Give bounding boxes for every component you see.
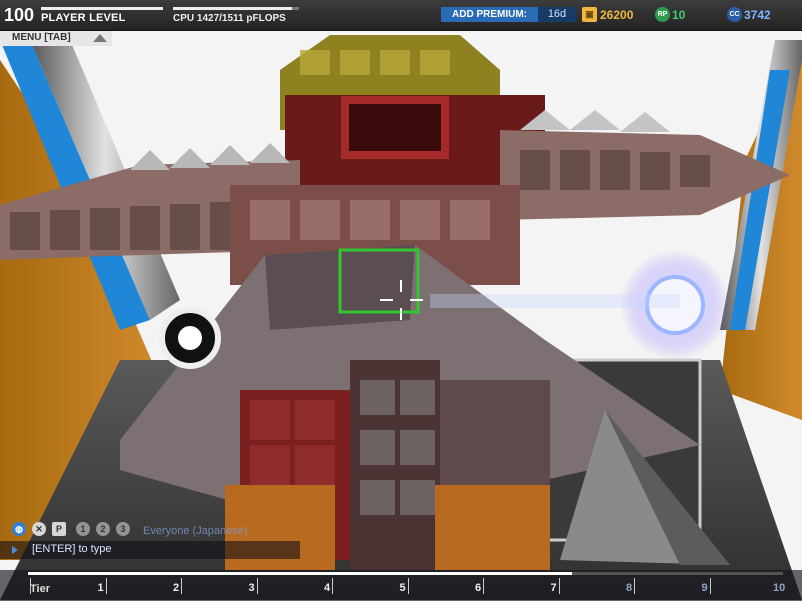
tier-number: 5 — [399, 582, 406, 594]
chat-input-prompt: [ENTER] to type — [32, 543, 112, 555]
tier-bar: Tier 1 2 3 4 5 6 7 8 9 10 — [0, 570, 802, 601]
faction-icon[interactable]: ✕ — [32, 522, 46, 536]
tier-tick — [332, 578, 333, 594]
tier-number: 7 — [550, 582, 557, 594]
credits-value: 26200 — [600, 8, 634, 22]
chat-channel-label: Everyone (Japanese) — [143, 525, 248, 537]
tier-label: Tier — [30, 583, 50, 595]
tier-tick — [30, 578, 31, 594]
player-level-value: 100 — [4, 5, 35, 25]
premium-days-remaining: 16d — [538, 7, 576, 22]
tier-number: 2 — [173, 582, 180, 594]
player-level-label: PLAYER LEVEL — [41, 12, 126, 24]
robit-points-icon: RP — [655, 7, 670, 22]
globe-icon[interactable]: ◍ — [12, 522, 26, 536]
credits-icon: ▣ — [582, 7, 597, 22]
cpu-usage-text: CPU 1427/1511 pFLOPS — [173, 13, 286, 24]
tier-number: 3 — [248, 582, 255, 594]
tier-tick — [181, 578, 182, 594]
player-level-progress-fill — [41, 7, 163, 10]
tier-number: 4 — [324, 582, 331, 594]
tier-tick — [634, 578, 635, 594]
top-hud-bar: 100 PLAYER LEVEL CPU 1427/1511 pFLOPS AD… — [0, 0, 802, 31]
tier-number: 8 — [626, 582, 633, 594]
tier-number: 1 — [97, 582, 104, 594]
party-icon[interactable]: P — [52, 522, 66, 536]
friends-icon[interactable]: 1 — [76, 522, 90, 536]
play-icon — [12, 546, 18, 554]
custom-game-icon[interactable]: 3 — [116, 522, 130, 536]
menu-tab-button[interactable]: MENU [TAB] — [0, 31, 112, 46]
cosmetic-credits-value: 3742 — [744, 8, 771, 22]
tier-tick — [558, 578, 560, 594]
cpu-usage-bar-fill — [173, 7, 292, 10]
tier-tick — [105, 578, 107, 594]
player-level-progress — [41, 7, 163, 10]
chevron-up-icon — [93, 34, 107, 42]
tier-tick — [407, 578, 409, 594]
tier-tick — [709, 578, 711, 594]
tier-number: 6 — [475, 582, 482, 594]
cpu-usage-bar — [173, 7, 299, 10]
clan-icon[interactable]: 2 — [96, 522, 110, 536]
tier-number: 9 — [701, 582, 708, 594]
tier-progress-fill — [28, 572, 572, 575]
cosmetic-credits-icon: CC — [727, 7, 742, 22]
menu-label: MENU [TAB] — [12, 32, 71, 43]
game-viewport — [0, 0, 802, 601]
tier-number: 10 — [773, 582, 786, 594]
tier-tick — [256, 578, 258, 594]
tier-tick — [483, 578, 484, 594]
tier-progress-bar — [28, 572, 783, 575]
add-premium-button[interactable]: ADD PREMIUM: — [441, 7, 538, 22]
robit-points-value: 10 — [672, 8, 686, 22]
